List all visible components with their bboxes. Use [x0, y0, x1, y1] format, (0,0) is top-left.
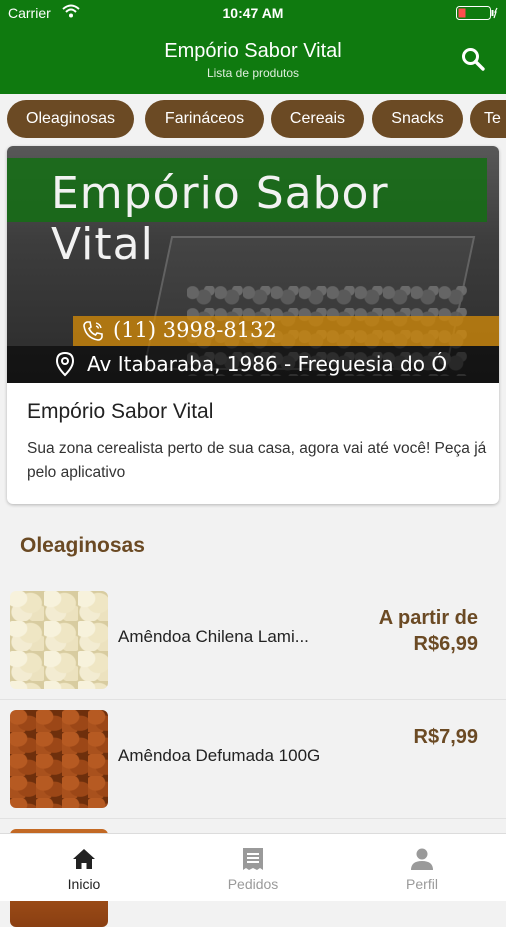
store-address: Av Itabaraba, 1986 - Freguesia do Ó	[87, 352, 448, 376]
category-chip-snacks[interactable]: Snacks	[372, 100, 463, 138]
banner-title: Empório Sabor Vital	[51, 168, 389, 270]
nav-label-pedidos: Pedidos	[227, 876, 279, 892]
category-chip-oleaginosas[interactable]: Oleaginosas	[7, 100, 134, 138]
section-title: Oleaginosas	[20, 534, 145, 557]
product-image	[10, 710, 108, 808]
store-name: Empório Sabor Vital	[27, 400, 214, 423]
category-chip-farinaceos[interactable]: Farináceos	[145, 100, 264, 138]
location-pin-icon	[55, 351, 75, 377]
product-name: Amêndoa Chilena Lami...	[118, 627, 309, 646]
person-icon	[411, 848, 433, 870]
category-chip-cereais[interactable]: Cereais	[271, 100, 364, 138]
phone-icon	[83, 321, 103, 341]
app-bar: Empório Sabor Vital Lista de produtos	[0, 26, 506, 94]
app-subtitle: Lista de produtos	[206, 66, 300, 80]
category-chip-partial[interactable]: Te	[470, 100, 506, 138]
battery-icon	[456, 6, 498, 20]
category-chips: Oleaginosas Farináceos Cereais Snacks Te	[0, 94, 506, 144]
store-description: Sua zona cerealista perto de sua casa, a…	[27, 440, 487, 481]
product-name: Amêndoa Defumada 100G	[118, 746, 321, 765]
nav-item-pedidos[interactable]: Pedidos	[169, 834, 337, 901]
app-title: Empório Sabor Vital	[164, 40, 342, 62]
product-row[interactable]: Amêndoa Chilena Lami... A partir de R$6,…	[0, 581, 506, 700]
store-phone: (11) 3998-8132	[113, 318, 277, 342]
bottom-nav: Inicio Pedidos Perfil	[0, 833, 506, 901]
product-image	[10, 591, 108, 689]
store-banner: Empório Sabor Vital (11) 3998-8132 Av It…	[7, 146, 499, 383]
price-prefix: A partir de	[378, 607, 478, 629]
home-icon	[73, 849, 95, 869]
nav-label-perfil: Perfil	[406, 876, 438, 892]
nav-item-perfil[interactable]: Perfil	[338, 834, 506, 901]
search-icon[interactable]	[460, 46, 486, 72]
status-bar: Carrier 10:47 AM	[0, 0, 506, 26]
clock: 10:47 AM	[222, 5, 284, 21]
product-row[interactable]: Amêndoa Defumada 100G R$7,99	[0, 700, 506, 819]
product-price: R$6,99	[413, 633, 479, 655]
nav-label-inicio: Inicio	[67, 876, 101, 892]
nav-item-inicio[interactable]: Inicio	[0, 834, 168, 901]
product-price: R$7,99	[413, 726, 479, 748]
receipt-icon	[243, 848, 263, 870]
store-card[interactable]: Empório Sabor Vital (11) 3998-8132 Av It…	[7, 146, 499, 504]
